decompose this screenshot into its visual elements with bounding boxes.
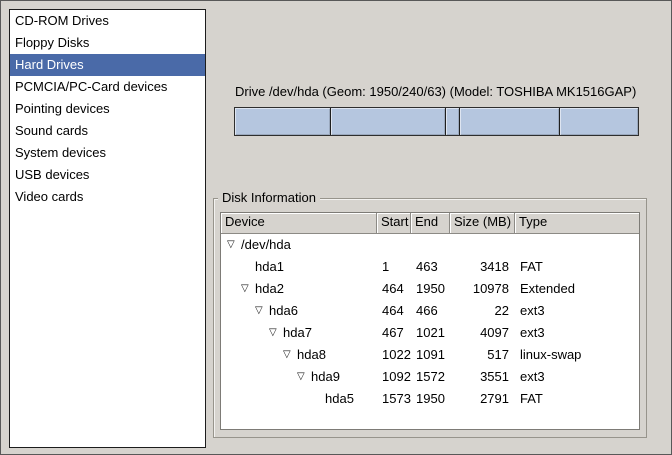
end-cell: 1950 <box>411 388 450 410</box>
device-cell: ▽/dev/hda <box>221 234 377 256</box>
sidebar-item-cd-rom-drives[interactable]: CD-ROM Drives <box>10 10 205 32</box>
end-cell: 1091 <box>411 344 450 366</box>
device-category-list: CD-ROM DrivesFloppy DisksHard DrivesPCMC… <box>9 9 206 448</box>
column-header-device[interactable]: Device <box>221 213 377 234</box>
size-cell <box>450 234 515 256</box>
device-name: hda5 <box>325 388 354 410</box>
end-cell: 463 <box>411 256 450 278</box>
size-cell: 2791 <box>450 388 515 410</box>
start-cell <box>377 234 411 256</box>
table-row[interactable]: hda5 157319502791FAT <box>221 388 639 410</box>
drive-title: Drive /dev/hda (Geom: 1950/240/63) (Mode… <box>235 84 641 99</box>
device-cell: ▽hda9 <box>221 366 377 388</box>
expander-icon[interactable]: ▽ <box>227 234 241 256</box>
device-cell: ▽hda6 <box>221 300 377 322</box>
sidebar-item-pcmcia-pc-card-devices[interactable]: PCMCIA/PC-Card devices <box>10 76 205 98</box>
size-cell: 3418 <box>450 256 515 278</box>
disk-table-header: DeviceStartEndSize (MB)Type <box>221 213 639 234</box>
sidebar-item-video-cards[interactable]: Video cards <box>10 186 205 208</box>
type-cell: linux-swap <box>515 344 639 366</box>
device-name: hda9 <box>311 366 340 388</box>
device-name: hda8 <box>297 344 326 366</box>
partition-segment-hda1 <box>235 108 331 135</box>
device-name: hda2 <box>255 278 284 300</box>
table-row[interactable]: ▽/dev/hda <box>221 234 639 256</box>
start-cell: 1022 <box>377 344 411 366</box>
type-cell: ext3 <box>515 322 639 344</box>
sidebar-item-usb-devices[interactable]: USB devices <box>10 164 205 186</box>
partition-segment-hda7 <box>331 108 446 135</box>
device-cell: ▽hda2 <box>221 278 377 300</box>
partition-segment-hda9 <box>460 108 559 135</box>
size-cell: 22 <box>450 300 515 322</box>
table-row[interactable]: ▽hda9109215723551ext3 <box>221 366 639 388</box>
disk-table: DeviceStartEndSize (MB)Type ▽/dev/hdahda… <box>220 212 640 430</box>
device-cell: ▽hda7 <box>221 322 377 344</box>
start-cell: 467 <box>377 322 411 344</box>
type-cell <box>515 234 639 256</box>
table-row[interactable]: ▽hda646446622ext3 <box>221 300 639 322</box>
table-row[interactable]: hda1 14633418FAT <box>221 256 639 278</box>
device-name: /dev/hda <box>241 234 291 256</box>
column-header-start[interactable]: Start <box>377 213 411 234</box>
device-cell: ▽hda8 <box>221 344 377 366</box>
end-cell: 466 <box>411 300 450 322</box>
expander-icon[interactable]: ▽ <box>269 322 283 344</box>
sidebar-item-sound-cards[interactable]: Sound cards <box>10 120 205 142</box>
partition-bar <box>234 107 639 136</box>
table-row[interactable]: ▽hda746710214097ext3 <box>221 322 639 344</box>
table-row[interactable]: ▽hda810221091517linux-swap <box>221 344 639 366</box>
size-cell: 3551 <box>450 366 515 388</box>
type-cell: Extended <box>515 278 639 300</box>
sidebar-item-floppy-disks[interactable]: Floppy Disks <box>10 32 205 54</box>
end-cell: 1950 <box>411 278 450 300</box>
sidebar-item-hard-drives[interactable]: Hard Drives <box>10 54 205 76</box>
disk-table-body: ▽/dev/hdahda114633418FAT▽hda246419501097… <box>221 234 639 410</box>
start-cell: 464 <box>377 300 411 322</box>
expander-icon[interactable]: ▽ <box>297 366 311 388</box>
device-cell: hda1 <box>221 256 377 278</box>
start-cell: 1092 <box>377 366 411 388</box>
disk-information-label: Disk Information <box>218 190 320 206</box>
type-cell: ext3 <box>515 300 639 322</box>
size-cell: 10978 <box>450 278 515 300</box>
expander-icon[interactable]: ▽ <box>283 344 297 366</box>
expander-icon[interactable]: ▽ <box>255 300 269 322</box>
end-cell: 1021 <box>411 322 450 344</box>
partition-segment-hda8 <box>446 108 460 135</box>
sidebar-item-system-devices[interactable]: System devices <box>10 142 205 164</box>
sidebar-item-pointing-devices[interactable]: Pointing devices <box>10 98 205 120</box>
type-cell: FAT <box>515 388 639 410</box>
size-cell: 517 <box>450 344 515 366</box>
device-name: hda6 <box>269 300 298 322</box>
device-name: hda1 <box>255 256 284 278</box>
size-cell: 4097 <box>450 322 515 344</box>
start-cell: 1573 <box>377 388 411 410</box>
column-header-size-mb-[interactable]: Size (MB) <box>450 213 515 234</box>
device-cell: hda5 <box>221 388 377 410</box>
type-cell: FAT <box>515 256 639 278</box>
column-header-type[interactable]: Type <box>515 213 639 234</box>
start-cell: 1 <box>377 256 411 278</box>
expander-icon[interactable]: ▽ <box>241 278 255 300</box>
table-row[interactable]: ▽hda2464195010978Extended <box>221 278 639 300</box>
disk-information-frame: Disk Information DeviceStartEndSize (MB)… <box>213 198 647 438</box>
end-cell <box>411 234 450 256</box>
end-cell: 1572 <box>411 366 450 388</box>
start-cell: 464 <box>377 278 411 300</box>
type-cell: ext3 <box>515 366 639 388</box>
hardware-browser-window: CD-ROM DrivesFloppy DisksHard DrivesPCMC… <box>0 0 672 455</box>
column-header-end[interactable]: End <box>411 213 450 234</box>
partition-segment-hda5 <box>560 108 638 135</box>
device-name: hda7 <box>283 322 312 344</box>
